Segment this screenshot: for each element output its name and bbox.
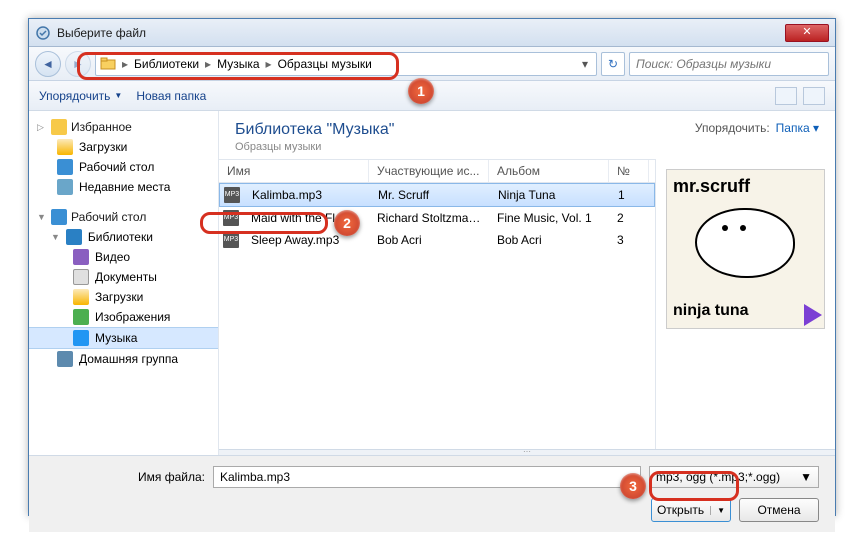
image-icon: [73, 309, 89, 325]
star-icon: [51, 119, 67, 135]
arrange-label: Упорядочить:: [695, 121, 770, 135]
titlebar[interactable]: Выберите файл ✕: [29, 19, 835, 47]
mp3-icon: MP3: [223, 210, 239, 226]
sidebar-item-music[interactable]: Музыка: [29, 327, 218, 349]
back-button[interactable]: ◄: [35, 51, 61, 77]
mp3-icon: MP3: [224, 187, 240, 203]
breadcrumb-music[interactable]: Музыка: [213, 53, 263, 75]
organize-button[interactable]: Упорядочить▼: [39, 89, 122, 103]
new-folder-button[interactable]: Новая папка: [136, 89, 206, 103]
column-headers[interactable]: Имя Участвующие ис... Альбом №: [219, 159, 655, 183]
sidebar-item-desktop[interactable]: Рабочий стол: [29, 157, 218, 177]
callout-1: 1: [408, 78, 434, 104]
address-bar[interactable]: ▸ Библиотеки ▸ Музыка ▸ Образцы музыки ▾: [95, 52, 597, 76]
refresh-button[interactable]: ↻: [601, 52, 625, 76]
chevron-right-icon[interactable]: ▸: [120, 57, 130, 71]
preview-artist: mr.scruff: [673, 176, 750, 197]
file-row[interactable]: MP3 Sleep Away.mp3 Bob Acri Bob Acri 3: [219, 229, 655, 251]
filename-label: Имя файла:: [45, 470, 205, 484]
help-button[interactable]: [803, 87, 825, 105]
preview-pane: mr.scruff ninja tuna: [655, 159, 835, 449]
video-icon: [73, 249, 89, 265]
sidebar-item-documents[interactable]: Документы: [29, 267, 218, 287]
folder-icon: [57, 139, 73, 155]
sidebar-desktop-header[interactable]: ▼Рабочий стол: [29, 207, 218, 227]
column-name[interactable]: Имя: [219, 160, 369, 182]
library-icon: [66, 229, 82, 245]
sidebar-favorites-header[interactable]: ▷Избранное: [29, 117, 218, 137]
folder-icon: [73, 289, 89, 305]
forward-button[interactable]: ►: [65, 51, 91, 77]
music-icon: [73, 330, 89, 346]
filename-combobox[interactable]: Kalimba.mp3 ▼: [213, 466, 641, 488]
window-title: Выберите файл: [57, 26, 785, 40]
callout-2: 2: [334, 210, 360, 236]
file-row[interactable]: MP3 Kalimba.mp3 Mr. Scruff Ninja Tuna 1: [219, 183, 655, 207]
breadcrumb-root[interactable]: Библиотеки: [130, 53, 203, 75]
document-icon: [73, 269, 89, 285]
breadcrumb-samples[interactable]: Образцы музыки: [274, 53, 376, 75]
filename-value: Kalimba.mp3: [220, 470, 290, 484]
filetype-combobox[interactable]: mp3, ogg (*.mp3;*.ogg) ▼: [649, 466, 819, 488]
sidebar-item-recent[interactable]: Недавние места: [29, 177, 218, 197]
play-icon[interactable]: [804, 304, 822, 326]
desktop-icon: [57, 159, 73, 175]
library-subtitle: Образцы музыки: [235, 141, 394, 153]
folder-icon: [100, 56, 116, 72]
sidebar-item-libraries[interactable]: ▼Библиотеки: [29, 227, 218, 247]
search-box[interactable]: [629, 52, 829, 76]
splitter-handle[interactable]: ⋯: [219, 449, 835, 455]
recent-icon: [57, 179, 73, 195]
search-input[interactable]: [636, 57, 822, 71]
chevron-right-icon[interactable]: ▸: [203, 57, 213, 71]
sidebar-item-images[interactable]: Изображения: [29, 307, 218, 327]
app-icon: [35, 25, 51, 41]
cancel-button[interactable]: Отмена: [739, 498, 819, 522]
sidebar-item-downloads[interactable]: Загрузки: [29, 137, 218, 157]
main-pane: Библиотека "Музыка" Образцы музыки Упоря…: [219, 111, 835, 455]
file-list[interactable]: Имя Участвующие ис... Альбом № MP3 Kalim…: [219, 159, 655, 449]
homegroup-icon: [57, 351, 73, 367]
file-row[interactable]: MP3 Maid with the Flax... Richard Stoltz…: [219, 207, 655, 229]
column-artist[interactable]: Участвующие ис...: [369, 160, 489, 182]
column-album[interactable]: Альбом: [489, 160, 609, 182]
mp3-icon: MP3: [223, 232, 239, 248]
chevron-right-icon[interactable]: ▸: [264, 57, 274, 71]
footer: Имя файла: Kalimba.mp3 ▼ mp3, ogg (*.mp3…: [29, 455, 835, 532]
address-dropdown[interactable]: ▾: [578, 57, 592, 71]
desktop-icon: [51, 209, 67, 225]
sidebar: ▷Избранное Загрузки Рабочий стол Недавни…: [29, 111, 219, 455]
view-options-button[interactable]: [775, 87, 797, 105]
nav-bar: ◄ ► ▸ Библиотеки ▸ Музыка ▸ Образцы музы…: [29, 47, 835, 81]
open-button[interactable]: Открыть▼: [651, 498, 731, 522]
column-number[interactable]: №: [609, 160, 649, 182]
library-title: Библиотека "Музыка": [235, 121, 394, 139]
close-button[interactable]: ✕: [785, 24, 829, 42]
album-art: mr.scruff ninja tuna: [666, 169, 825, 329]
preview-album: ninja tuna: [673, 302, 749, 320]
chevron-down-icon[interactable]: ▼: [800, 470, 812, 484]
sidebar-item-downloads2[interactable]: Загрузки: [29, 287, 218, 307]
callout-3: 3: [620, 473, 646, 499]
sidebar-item-video[interactable]: Видео: [29, 247, 218, 267]
arrange-by-dropdown[interactable]: Папка ▾: [776, 121, 819, 135]
sidebar-item-homegroup[interactable]: Домашняя группа: [29, 349, 218, 369]
